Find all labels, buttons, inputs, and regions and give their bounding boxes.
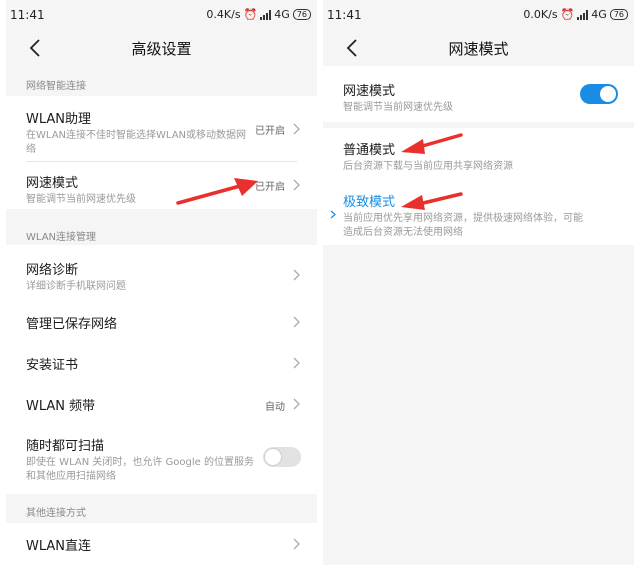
install-cert-item[interactable]: 安装证书: [6, 354, 317, 374]
network-type: 4G: [274, 8, 290, 21]
always-scan-item: 随时都可扫描 即使在 WLAN 关闭时，也允许 Google 的位置服务和其他应…: [6, 435, 317, 483]
item-title: 网速模式: [343, 84, 396, 99]
nav-bar: 高级设置: [6, 30, 317, 66]
item-subtitle: 智能调节当前网速优先级: [26, 194, 136, 205]
selected-indicator-icon: [330, 210, 336, 219]
card-speed-master: 网速模式 智能调节当前网速优先级: [323, 66, 634, 122]
divider: [26, 161, 297, 162]
section-header-other: 其他连接方式: [26, 508, 86, 519]
item-title: WLAN 频带: [26, 399, 96, 414]
item-subtitle: 当前应用优先享用网络资源，提供极速网络体验，可能造成后台资源无法使用网络: [343, 213, 583, 238]
saved-networks-item[interactable]: 管理已保存网络: [6, 313, 317, 333]
chevron-right-icon: [293, 398, 300, 410]
right-screen-speed-mode: 11:41 0.0K/s ⏰ 4G 76 网速模式 网速模式 智能调节当前网速优…: [323, 0, 634, 565]
status-indicators: 0.0K/s ⏰ 4G 76: [523, 8, 628, 21]
chevron-right-icon: [293, 269, 300, 281]
wlan-band-item[interactable]: WLAN 频带 自动: [6, 395, 317, 415]
section-header-smart-connect: 网络智能连接: [26, 81, 86, 92]
item-title: 管理已保存网络: [26, 317, 118, 332]
item-title: 网络诊断: [26, 263, 79, 278]
battery-icon: 76: [609, 9, 628, 20]
wlan-assistant-item[interactable]: WLAN助理 在WLAN连接不佳时智能选择WLAN或移动数据网络 已开启: [6, 108, 317, 158]
item-value: 自动: [265, 402, 285, 413]
network-speed: 0.4K/s: [206, 8, 241, 21]
item-title: 安装证书: [26, 358, 79, 373]
status-bar: 11:41 0.0K/s ⏰ 4G 76: [323, 0, 634, 30]
item-value: 已开启: [255, 182, 285, 193]
status-bar: 11:41 0.4K/s ⏰ 4G 76: [6, 0, 317, 30]
item-subtitle: 后台资源下载与当前应用共享网络资源: [343, 161, 513, 172]
chevron-right-icon: [293, 538, 300, 550]
signal-icon: [260, 9, 272, 20]
card-mode-options: 普通模式 后台资源下载与当前应用共享网络资源 极致模式 当前应用优先享用网络资源…: [323, 128, 634, 245]
network-diagnose-item[interactable]: 网络诊断 详细诊断手机联网问题: [6, 259, 317, 293]
status-time: 11:41: [10, 8, 45, 22]
chevron-right-icon: [293, 123, 300, 135]
status-time: 11:41: [327, 8, 362, 22]
normal-mode-option[interactable]: 普通模式 后台资源下载与当前应用共享网络资源: [323, 139, 634, 173]
speed-mode-item[interactable]: 网速模式 智能调节当前网速优先级 已开启: [6, 172, 317, 206]
chevron-right-icon: [293, 357, 300, 369]
item-subtitle: 智能调节当前网速优先级: [343, 102, 453, 113]
item-subtitle: 在WLAN连接不佳时智能选择WLAN或移动数据网络: [26, 130, 247, 155]
extreme-mode-option[interactable]: 极致模式 当前应用优先享用网络资源，提供极速网络体验，可能造成后台资源无法使用网…: [323, 191, 634, 241]
toggle-knob: [265, 449, 281, 465]
alarm-icon: ⏰: [243, 8, 258, 21]
battery-icon: 76: [292, 9, 311, 20]
wlan-direct-item[interactable]: WLAN直连: [6, 535, 317, 555]
network-type: 4G: [591, 8, 607, 21]
page-title: 网速模式: [448, 40, 509, 58]
nav-bar: 网速模式: [323, 30, 634, 66]
chevron-right-icon: [293, 316, 300, 328]
chevron-right-icon: [293, 179, 300, 191]
section-header-wlan-manage: WLAN连接管理: [26, 232, 97, 243]
network-speed: 0.0K/s: [523, 8, 558, 21]
speed-mode-master-item: 网速模式 智能调节当前网速优先级: [323, 80, 634, 114]
item-title: 普通模式: [343, 143, 396, 158]
item-title: 随时都可扫描: [26, 439, 105, 454]
item-title: WLAN直连: [26, 539, 92, 554]
card-smart-connect: WLAN助理 在WLAN连接不佳时智能选择WLAN或移动数据网络 已开启 网速模…: [6, 96, 317, 209]
alarm-icon: ⏰: [560, 8, 575, 21]
page-title: 高级设置: [131, 40, 192, 58]
status-indicators: 0.4K/s ⏰ 4G 76: [206, 8, 311, 21]
always-scan-toggle[interactable]: [263, 447, 301, 467]
item-value: 已开启: [255, 126, 285, 137]
left-screen-advanced-settings: 11:41 0.4K/s ⏰ 4G 76 高级设置 网络智能连接 WLAN助理 …: [6, 0, 317, 565]
card-other: WLAN直连: [6, 523, 317, 565]
item-subtitle: 即使在 WLAN 关闭时，也允许 Google 的位置服务和其他应用扫描网络: [26, 457, 254, 482]
signal-icon: [577, 9, 589, 20]
toggle-knob: [600, 86, 616, 102]
item-subtitle: 详细诊断手机联网问题: [26, 281, 126, 292]
item-title: 极致模式: [343, 195, 396, 210]
speed-mode-toggle[interactable]: [580, 84, 618, 104]
card-wlan-manage: 网络诊断 详细诊断手机联网问题 管理已保存网络 安装证书 WLAN 频带 自动 …: [6, 245, 317, 494]
